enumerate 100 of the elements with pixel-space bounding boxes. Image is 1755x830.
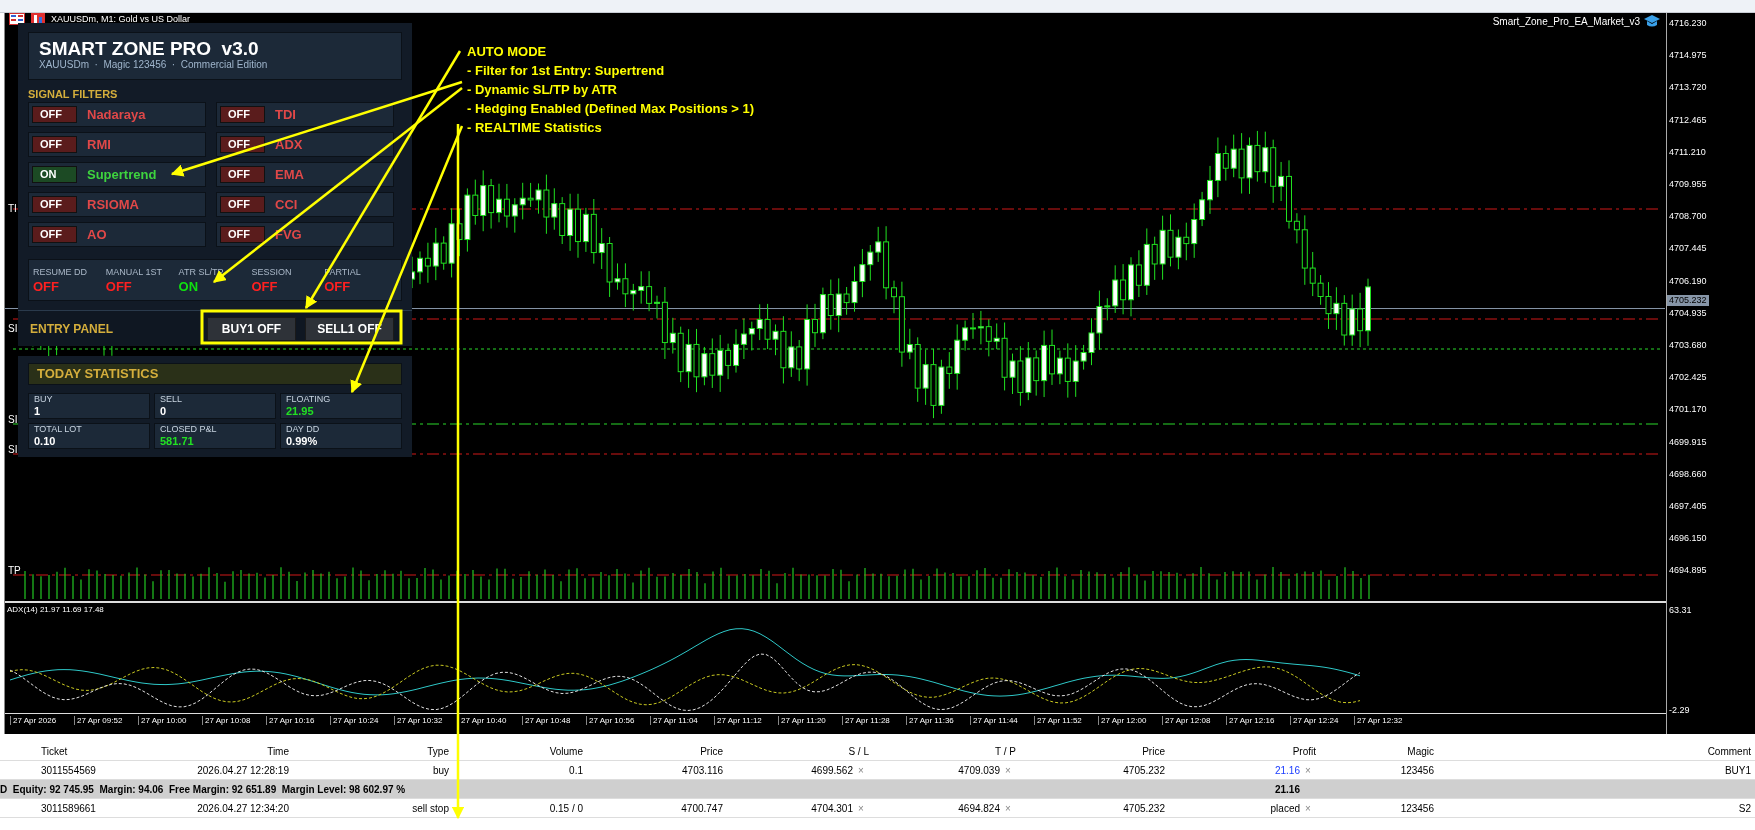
column-header[interactable]: Time — [168, 745, 293, 757]
table-cell-text: S2 — [1737, 802, 1752, 814]
time-label: 27 Apr 11:44 — [970, 716, 1018, 725]
option-value[interactable]: OFF — [324, 278, 397, 294]
entry-button[interactable]: BUY1 OFF — [207, 316, 296, 341]
column-header[interactable]: Magic — [1320, 745, 1438, 757]
stats-heading: TODAY STATISTICS — [28, 363, 402, 385]
filter-name: TDI — [275, 107, 296, 122]
close-icon[interactable]: × — [1000, 802, 1016, 814]
time-label: 27 Apr 12:00 — [1098, 716, 1147, 725]
filter-row[interactable]: OFF EMA — [216, 162, 394, 187]
table-cell-text: 4705.232 — [1122, 764, 1166, 776]
stat-value: 0 — [160, 405, 168, 417]
close-icon[interactable]: × — [1300, 802, 1316, 814]
time-label: 27 Apr 12:08 — [1162, 716, 1211, 725]
toggle-switch[interactable]: OFF — [32, 196, 77, 213]
time-label: 27 Apr 10:08 — [202, 716, 251, 725]
toggle-switch[interactable]: OFF — [220, 226, 265, 243]
account-summary: D Equity: 92 745.95 Margin: 94.06 Free Margin: 92 651.89 Margin Level: 98 602.97 % — [0, 783, 407, 795]
stat-label: BUY — [34, 394, 54, 405]
price-label: 4704.935 — [1669, 307, 1707, 318]
option-value[interactable]: OFF — [251, 278, 325, 294]
stat-value: 1 — [34, 405, 42, 417]
table-cell-text: 2026.04.27 12:34:20 — [196, 802, 290, 814]
time-label: 27 Apr 11:36 — [906, 716, 954, 725]
line-label: SI — [8, 414, 18, 425]
price-label: 4708.700 — [1669, 211, 1707, 222]
annotation-text: - Filter for 1st Entry: Supertrend — [467, 62, 666, 80]
column-header[interactable]: Profit — [1169, 745, 1320, 757]
table-cell-text: 4705.232 — [1122, 802, 1166, 814]
table-cell-text: buy — [431, 764, 450, 776]
filter-row[interactable]: OFF TDI — [216, 102, 394, 127]
close-icon[interactable]: × — [853, 802, 869, 814]
chart-icon[interactable] — [31, 13, 45, 25]
line-label: SI — [8, 323, 18, 334]
stat-label: DAY DD — [286, 424, 321, 435]
close-icon[interactable]: × — [853, 764, 869, 776]
filter-name: EMA — [275, 167, 304, 182]
column-header[interactable]: S / L — [727, 745, 873, 757]
price-label: 4703.680 — [1669, 340, 1707, 350]
filter-row[interactable]: OFF Nadaraya — [28, 102, 206, 127]
line-label: TP — [8, 565, 21, 576]
price-label: 4702.425 — [1669, 372, 1707, 383]
panel-title: SMART ZONE PRO v3.0 — [39, 39, 260, 59]
option-value[interactable]: OFF — [33, 278, 106, 294]
stat-value: 21.95 — [286, 405, 315, 417]
chart-title: XAUUSDm, M1: Gold vs US Dollar — [51, 13, 191, 24]
table-cell: 21.16 — [1274, 764, 1300, 776]
close-icon[interactable]: × — [1300, 764, 1316, 776]
filter-row[interactable]: OFF RMI — [28, 132, 206, 157]
toggle-switch[interactable]: OFF — [220, 106, 265, 123]
toggle-switch[interactable]: OFF — [32, 136, 77, 153]
time-label: 27 Apr 10:32 — [394, 716, 443, 725]
toggle-switch[interactable]: OFF — [220, 136, 265, 153]
table-cell-text: 3011554569 — [40, 764, 97, 776]
table-cell-text: 4703.116 — [681, 764, 724, 776]
option-value[interactable]: OFF — [105, 278, 179, 294]
toggle-switch[interactable]: OFF — [220, 196, 265, 213]
column-header[interactable]: Volume — [453, 745, 587, 757]
time-label: 27 Apr 10:56 — [586, 716, 635, 725]
column-header[interactable]: Type — [293, 745, 453, 757]
time-label: 27 Apr 11:52 — [1034, 716, 1082, 725]
column-header[interactable]: T / P — [873, 745, 1020, 757]
table-cell-text: sell stop — [411, 802, 450, 814]
table-cell-text: 0.15 / 0 — [548, 802, 584, 814]
price-label: 4712.465 — [1669, 114, 1707, 125]
stat-label: FLOATING — [286, 394, 332, 405]
filter-row[interactable]: OFF CCI — [216, 192, 394, 217]
grid-icon[interactable] — [9, 13, 25, 25]
close-icon[interactable]: × — [1000, 764, 1016, 776]
price-label: 4711.210 — [1669, 146, 1706, 157]
price-label: 4694.895 — [1669, 565, 1707, 576]
panel-subtitle: XAUUSDm · Magic 123456 · Commercial Edition — [39, 59, 269, 71]
price-label: 4701.170 — [1669, 404, 1707, 415]
column-header[interactable]: Ticket — [39, 745, 168, 757]
filter-row[interactable]: OFF AO — [28, 222, 206, 247]
price-label: 4699.915 — [1669, 436, 1707, 447]
price-label: 4707.445 — [1669, 243, 1707, 254]
toggle-switch[interactable]: OFF — [32, 226, 77, 243]
filter-name: Supertrend — [87, 167, 157, 182]
option-value[interactable]: ON — [178, 278, 252, 294]
column-header[interactable]: Price — [1020, 745, 1169, 757]
toggle-switch[interactable]: OFF — [32, 106, 77, 123]
indicator-label: ADX(14) 21.97 11.69 17.48 — [7, 605, 104, 614]
filter-name: AO — [87, 227, 107, 242]
filter-row[interactable]: OFF RSIOMA — [28, 192, 206, 217]
column-header[interactable]: Price — [587, 745, 727, 757]
time-label: 27 Apr 09:52 — [74, 716, 123, 725]
time-label: 27 Apr 11:20 — [778, 716, 826, 725]
graduation-cap-icon[interactable] — [1644, 15, 1660, 27]
time-label: 27 Apr 11:28 — [842, 716, 890, 725]
toggle-switch[interactable]: OFF — [220, 166, 265, 183]
column-header[interactable]: Comment — [1438, 745, 1755, 757]
axis-label: -2.29 — [1669, 705, 1691, 715]
filter-row[interactable]: ON Supertrend — [28, 162, 206, 187]
stat-value: 581.71 — [160, 435, 195, 447]
table-cell-text: 2026.04.27 12:28:19 — [196, 764, 290, 776]
filter-row[interactable]: OFF ADX — [216, 132, 394, 157]
option-label: RESUME DD — [33, 266, 88, 277]
toggle-switch[interactable]: ON — [32, 166, 77, 183]
